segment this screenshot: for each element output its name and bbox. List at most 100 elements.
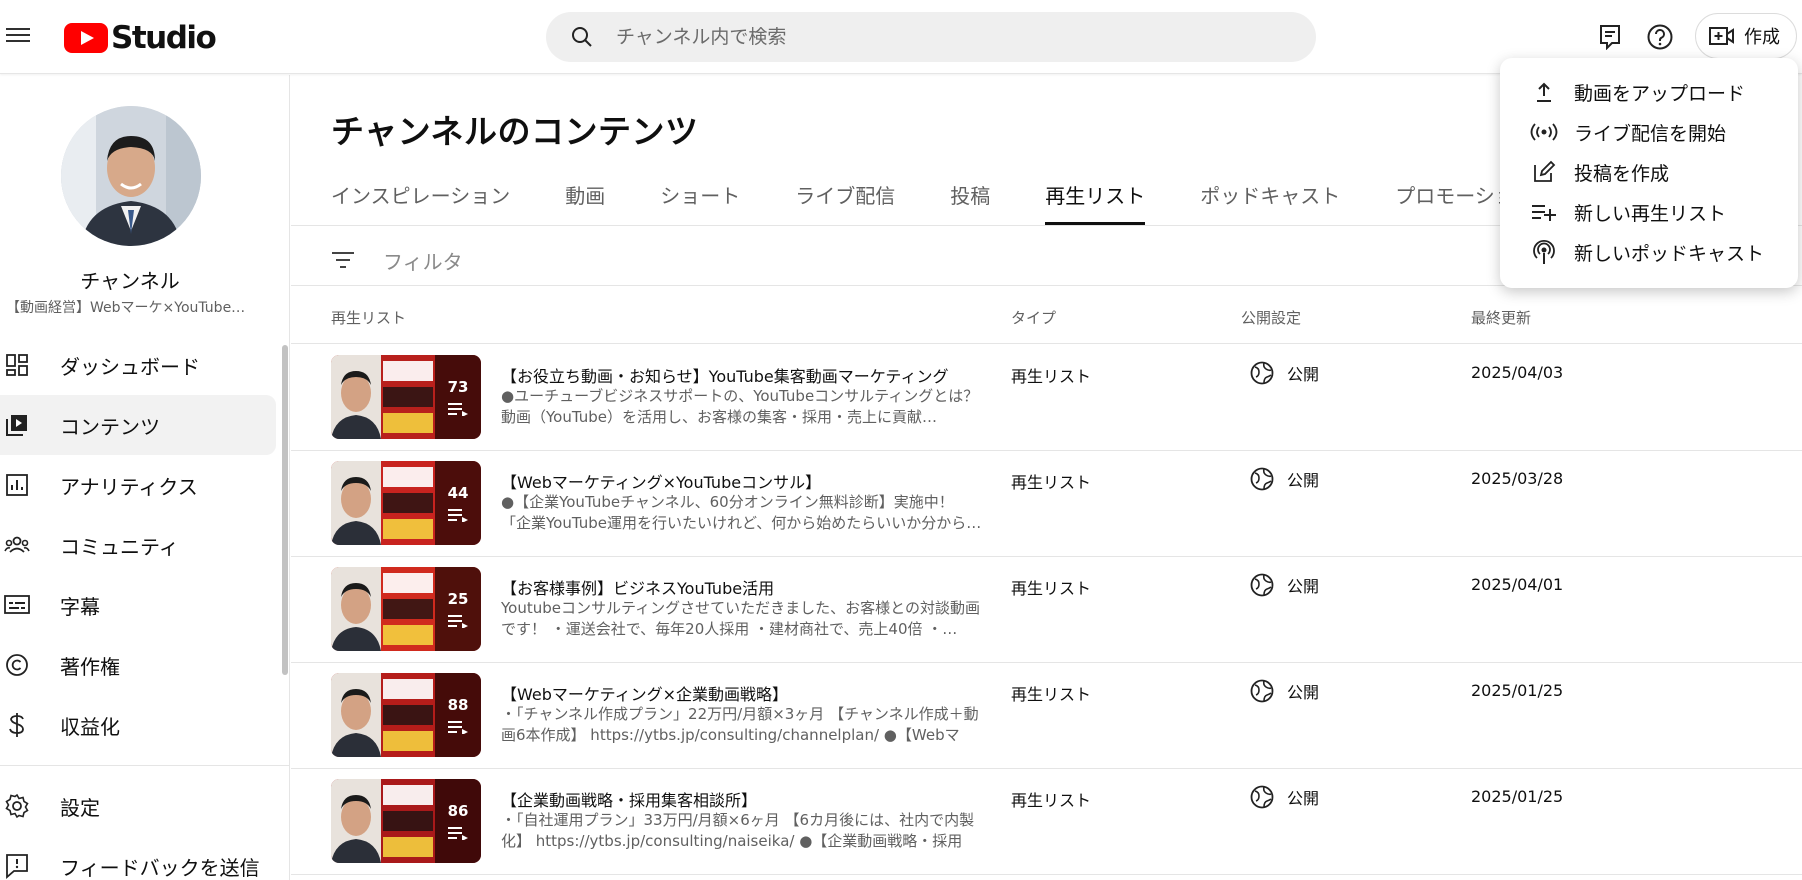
playlist-count-overlay: 44 <box>435 461 481 545</box>
sidebar-item-community[interactable]: コミュニティ <box>0 515 276 575</box>
menu-item-new-playlist[interactable]: 新しい再生リスト <box>1500 192 1798 232</box>
tab-videos[interactable]: 動画 <box>565 180 605 225</box>
menu-item-upload-video[interactable]: 動画をアップロード <box>1500 72 1798 112</box>
visibility-label: 公開 <box>1287 789 1320 808</box>
tab-podcasts[interactable]: ポッドキャスト <box>1200 180 1340 225</box>
sidebar-item-label: ダッシュボード <box>60 354 200 379</box>
column-header-playlist[interactable]: 再生リスト <box>331 307 406 328</box>
menu-item-label: 投稿を作成 <box>1574 162 1670 185</box>
filter-bar[interactable]: フィルタ <box>331 240 463 280</box>
globe-icon <box>1250 679 1274 703</box>
tab-posts[interactable]: 投稿 <box>950 180 990 225</box>
playlist-description: ・「自社運用プラン」33万円/月額×6ヶ月 【6カ月後には、社内で内製化】 ht… <box>501 811 975 850</box>
playlist-type: 再生リスト <box>1011 367 1092 386</box>
playlist-table: 73 【お役立ち動画・お知らせ】YouTube集客動画マーケティング ●ユーチュ… <box>291 345 1802 875</box>
playlist-title[interactable]: 【お客様事例】ビジネスYouTube活用 <box>501 575 1001 599</box>
menu-item-create-post[interactable]: 投稿を作成 <box>1500 152 1798 192</box>
visibility-status[interactable]: 公開 <box>1249 466 1319 492</box>
playlist-type: 再生リスト <box>1011 473 1092 492</box>
add-playlist-icon <box>1530 198 1558 226</box>
playlist-thumbnail[interactable]: 88 <box>331 673 481 757</box>
sidebar-item-feedback[interactable]: フィードバックを送信 <box>0 836 276 880</box>
filter-icon[interactable] <box>331 250 355 270</box>
playlist-count-overlay: 88 <box>435 673 481 757</box>
tab-shorts[interactable]: ショート <box>660 180 740 225</box>
visibility-status[interactable]: 公開 <box>1249 678 1319 704</box>
sidebar-item-copyright[interactable]: 著作権 <box>0 635 276 695</box>
playlist-thumbnail[interactable]: 86 <box>331 779 481 863</box>
visibility-status[interactable]: 公開 <box>1249 360 1319 386</box>
sidebar-item-label: コンテンツ <box>60 414 160 439</box>
sidebar-nav: ダッシュボード コンテンツ アナリティクス コミュニティ 字幕 著作権 収益化 <box>0 335 276 755</box>
studio-logo[interactable]: Studio <box>64 20 217 56</box>
channel-avatar[interactable] <box>61 106 201 246</box>
sidebar-item-label: 著作権 <box>60 654 120 679</box>
sidebar-item-monetization[interactable]: 収益化 <box>0 695 276 755</box>
tab-inspiration[interactable]: インスピレーション <box>331 180 510 225</box>
channel-name: チャンネル <box>80 269 180 293</box>
playlist-icon <box>448 615 468 628</box>
menu-item-new-podcast[interactable]: 新しいポッドキャスト <box>1500 232 1798 272</box>
help-icon[interactable] <box>1643 20 1677 54</box>
table-row[interactable]: 86 【企業動画戦略・採用集客相談所】 ・「自社運用プラン」33万円/月額×6ヶ… <box>291 769 1802 875</box>
playlist-icon <box>448 403 468 416</box>
monetization-icon <box>2 710 32 740</box>
video-count: 25 <box>447 590 469 608</box>
playlist-thumbnail[interactable]: 25 <box>331 567 481 651</box>
table-row[interactable]: 73 【お役立ち動画・お知らせ】YouTube集客動画マーケティング ●ユーチュ… <box>291 345 1802 451</box>
menu-item-label: 動画をアップロード <box>1574 82 1746 105</box>
dashboard-icon <box>2 350 32 380</box>
playlist-icon <box>448 827 468 840</box>
table-row[interactable]: 44 【Webマーケティング×YouTubeコンサル】 ●【企業YouTubeチ… <box>291 451 1802 557</box>
column-header-type[interactable]: タイプ <box>1011 307 1056 328</box>
playlist-thumbnail[interactable]: 73 <box>331 355 481 439</box>
visibility-label: 公開 <box>1287 365 1320 384</box>
globe-icon <box>1250 573 1274 597</box>
playlist-description: ・「チャンネル作成プラン」22万円/月額×3ヶ月 【チャンネル作成＋動画6本作成… <box>501 705 979 744</box>
playlist-title[interactable]: 【Webマーケティング×企業動画戦略】 <box>501 681 1001 705</box>
playlist-title[interactable]: 【企業動画戦略・採用集客相談所】 <box>501 787 1001 811</box>
sidebar-divider <box>0 765 290 766</box>
visibility-status[interactable]: 公開 <box>1249 784 1319 810</box>
tab-live[interactable]: ライブ配信 <box>795 180 895 225</box>
search-icon[interactable] <box>568 23 596 51</box>
playlist-title[interactable]: 【お役立ち動画・お知らせ】YouTube集客動画マーケティング <box>501 363 1001 387</box>
sidebar-bottom-nav: 設定 フィードバックを送信 <box>0 776 276 880</box>
playlist-description: Youtubeコンサルティングさせていただきました、お客様との対談動画です！ ・… <box>501 599 980 638</box>
filter-label: フィルタ <box>383 249 463 274</box>
last-updated-date: 2025/01/25 <box>1471 681 1564 700</box>
sidebar-item-settings[interactable]: 設定 <box>0 776 276 836</box>
feedback-report-icon[interactable] <box>1593 20 1627 54</box>
menu-item-label: 新しいポッドキャスト <box>1574 242 1765 265</box>
last-updated-date: 2025/03/28 <box>1471 469 1564 488</box>
search-input[interactable] <box>616 26 1216 48</box>
table-row[interactable]: 25 【お客様事例】ビジネスYouTube活用 Youtubeコンサルティングさ… <box>291 557 1802 663</box>
visibility-status[interactable]: 公開 <box>1249 572 1319 598</box>
sidebar-item-analytics[interactable]: アナリティクス <box>0 455 276 515</box>
sidebar-item-dashboard[interactable]: ダッシュボード <box>0 335 276 395</box>
sidebar-item-label: 設定 <box>60 795 100 820</box>
edit-post-icon <box>1530 158 1558 186</box>
tab-playlists[interactable]: 再生リスト <box>1045 180 1146 225</box>
youtube-logo-icon <box>64 23 108 53</box>
playlist-title[interactable]: 【Webマーケティング×YouTubeコンサル】 <box>501 469 1001 493</box>
table-row[interactable]: 88 【Webマーケティング×企業動画戦略】 ・「チャンネル作成プラン」22万円… <box>291 663 1802 769</box>
sidebar-item-subtitles[interactable]: 字幕 <box>0 575 276 635</box>
playlist-thumbnail[interactable]: 44 <box>331 461 481 545</box>
menu-item-go-live[interactable]: ライブ配信を開始 <box>1500 112 1798 152</box>
sidebar-item-content[interactable]: コンテンツ <box>0 395 276 455</box>
logo-text: Studio <box>111 20 217 56</box>
channel-subtitle: 【動画経営】Webマーケ×YouTube… <box>6 300 246 316</box>
table-header: 再生リスト タイプ 公開設定 最終更新 <box>291 286 1802 344</box>
menu-item-label: ライブ配信を開始 <box>1574 122 1727 145</box>
playlist-description: ●ユーチューブビジネスサポートの、YouTubeコンサルティングとは？ 動画（Y… <box>501 387 979 426</box>
column-header-updated[interactable]: 最終更新 <box>1471 307 1531 328</box>
search-bar[interactable] <box>546 12 1316 62</box>
column-header-visibility[interactable]: 公開設定 <box>1241 307 1301 328</box>
last-updated-date: 2025/01/25 <box>1471 787 1564 806</box>
video-count: 86 <box>447 802 469 820</box>
menu-hamburger-icon[interactable] <box>6 24 30 48</box>
create-button[interactable]: 作成 <box>1695 13 1797 59</box>
sidebar-scrollbar[interactable] <box>282 345 288 675</box>
menu-item-label: 新しい再生リスト <box>1574 202 1727 225</box>
